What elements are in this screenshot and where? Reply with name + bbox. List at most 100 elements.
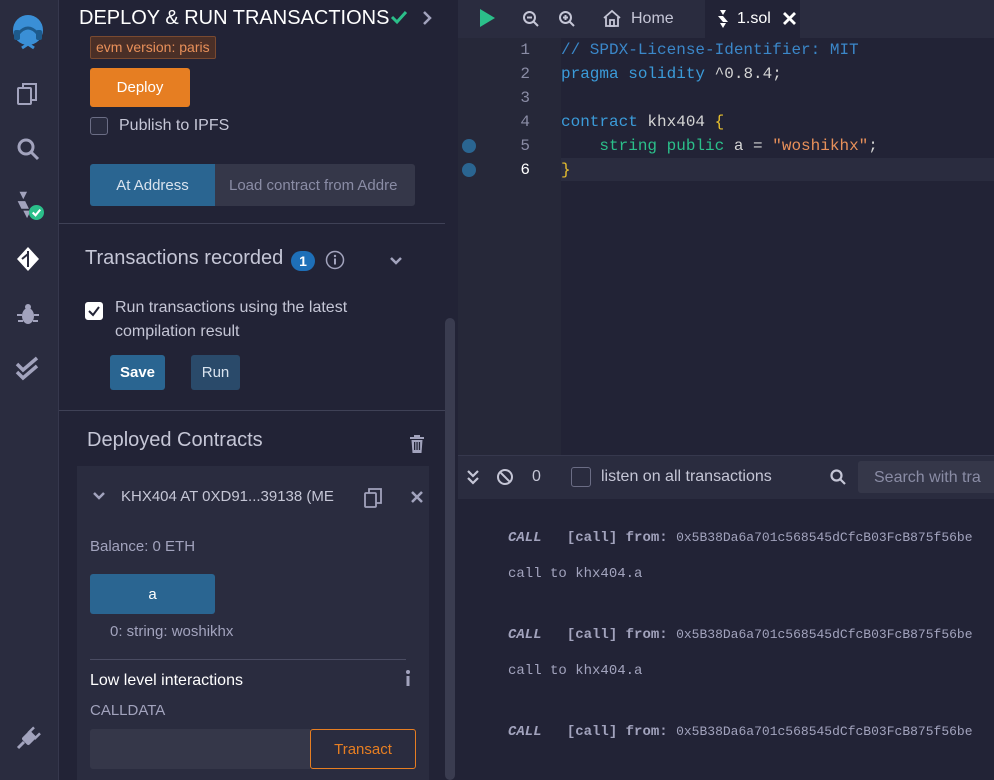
pending-tx-count: 0 [532, 468, 541, 485]
terminal-toolbar: 0 listen on all transactions Search with… [458, 455, 994, 500]
divider [59, 223, 445, 224]
listen-all-label: listen on all transactions [601, 468, 772, 485]
keyword: contract [561, 113, 638, 131]
log-type: CALL [508, 530, 542, 546]
log-from-address: 0x5B38Da6a701c568545dCfcB03FcB875f56be [676, 530, 973, 545]
code-line-1: // SPDX-License-Identifier: MIT [561, 41, 859, 59]
publish-ipfs-checkbox[interactable] [90, 117, 108, 135]
panel-scrollbar[interactable] [445, 318, 455, 780]
deploy-run-panel: DEPLOY & RUN TRANSACTIONS evm version: p… [59, 0, 457, 780]
keyword: public [657, 137, 725, 155]
chevron-down-icon[interactable] [389, 254, 403, 272]
remix-logo-icon[interactable] [4, 8, 52, 56]
line-number: 2 [520, 65, 530, 83]
code-line-4: contract khx404 { [561, 113, 724, 131]
info-icon[interactable] [404, 669, 412, 692]
terminal-search-input[interactable]: Search with tra [858, 461, 994, 493]
divider [90, 659, 406, 660]
transactions-recorded-label: Transactions recorded [85, 247, 284, 269]
tab-1-sol[interactable]: 1.sol [705, 0, 800, 38]
clear-terminal-icon[interactable] [496, 468, 514, 491]
log-type: CALL [508, 627, 542, 643]
terminal-output: CALL [call] from: 0x5B38Da6a701c568545dC… [458, 499, 994, 780]
log-entry-detail: call to khx404.a [508, 663, 643, 679]
contract-instance-title[interactable]: KHX404 AT 0XD91...39138 (ME [121, 488, 335, 505]
deploy-button[interactable]: Deploy [90, 68, 190, 107]
editor-tab-bar: Home 1.sol [458, 0, 994, 38]
calldata-label: CALLDATA [90, 702, 166, 719]
keyword: string [599, 137, 658, 155]
line-marker-icon[interactable] [462, 139, 476, 153]
keyword: pragma solidity [561, 65, 706, 83]
deployed-contract-card: KHX404 AT 0XD91...39138 (ME Balance: 0 E… [77, 466, 429, 780]
close-tab-icon[interactable] [783, 12, 796, 30]
file-explorer-icon[interactable] [12, 78, 44, 110]
log-kind: [call] [566, 530, 618, 546]
run-script-icon[interactable] [478, 8, 496, 33]
solidity-file-icon [717, 10, 729, 33]
run-latest-label: Run transactions using the latest [115, 299, 348, 316]
at-address-button[interactable]: At Address [90, 164, 215, 206]
search-icon [830, 469, 846, 490]
log-entry-detail: call to khx404.a [508, 566, 643, 582]
code-text: a = [724, 137, 773, 155]
tab-1-sol-label: 1.sol [737, 10, 771, 27]
plugin-manager-icon[interactable] [12, 722, 44, 754]
transact-button[interactable]: Transact [310, 729, 416, 769]
deploy-run-icon[interactable] [12, 243, 44, 275]
zoom-in-icon[interactable] [558, 10, 576, 33]
tab-home[interactable]: Home [593, 0, 703, 38]
solidity-compiler-icon[interactable] [12, 188, 44, 220]
balance-label: Balance: 0 ETH [90, 538, 196, 555]
search-icon[interactable] [12, 133, 44, 165]
info-icon[interactable] [325, 250, 345, 275]
run-latest-label-line2: compilation result [115, 323, 240, 340]
transactions-count-badge: 1 [291, 251, 315, 271]
log-type: CALL [508, 724, 542, 740]
collapse-terminal-icon[interactable] [466, 469, 480, 490]
function-a-button[interactable]: a [90, 574, 215, 614]
close-icon[interactable] [411, 490, 423, 508]
code-text: ; [868, 137, 878, 155]
line-number: 3 [520, 89, 530, 107]
listen-all-checkbox[interactable] [571, 467, 591, 487]
log-from-address: 0x5B38Da6a701c568545dCfcB03FcB875f56be [676, 724, 973, 739]
log-from-label: from: [625, 627, 668, 643]
copy-icon[interactable] [364, 488, 382, 513]
log-entry-header[interactable]: CALL [call] from: 0x5B38Da6a701c568545dC… [508, 530, 973, 546]
publish-ipfs-label: Publish to IPFS [119, 117, 230, 134]
code-editor[interactable]: 1 2 3 4 5 6 // SPDX-License-Identifier: … [458, 38, 994, 455]
line-number: 5 [520, 137, 530, 155]
chevron-down-icon[interactable] [92, 489, 106, 507]
log-kind: [call] [566, 724, 618, 740]
panel-title: DEPLOY & RUN TRANSACTIONS [79, 7, 390, 29]
trash-icon[interactable] [409, 435, 425, 458]
line-marker-icon[interactable] [462, 163, 476, 177]
divider [59, 410, 445, 411]
tab-home-label: Home [631, 10, 674, 27]
deployed-contracts-label: Deployed Contracts [87, 429, 263, 451]
load-contract-address-input[interactable]: Load contract from Addre [215, 164, 415, 206]
log-from-label: from: [625, 724, 668, 740]
testing-icon[interactable] [12, 352, 44, 384]
zoom-out-icon[interactable] [522, 10, 540, 33]
save-button[interactable]: Save [110, 355, 165, 390]
debugger-icon[interactable] [12, 298, 44, 330]
line-number: 6 [520, 161, 530, 179]
low-level-interactions-label: Low level interactions [90, 672, 243, 689]
icon-rail [0, 0, 59, 780]
evm-version-badge: evm version: paris [90, 36, 216, 59]
brace: { [714, 113, 725, 131]
code-line-2: pragma solidity ^0.8.4; [561, 65, 782, 83]
code-line-6: } [561, 161, 571, 179]
run-latest-checkbox[interactable] [85, 302, 103, 320]
line-number: 1 [520, 41, 530, 59]
log-entry-header[interactable]: CALL [call] from: 0x5B38Da6a701c568545dC… [508, 627, 973, 643]
log-entry-header[interactable]: CALL [call] from: 0x5B38Da6a701c568545dC… [508, 724, 973, 740]
calldata-input[interactable] [90, 729, 310, 769]
log-from-address: 0x5B38Da6a701c568545dCfcB03FcB875f56be [676, 627, 973, 642]
string-literal: "woshikhx" [772, 137, 869, 155]
chevron-right-icon[interactable] [421, 10, 433, 31]
run-button[interactable]: Run [191, 355, 240, 390]
code-text: khx404 [637, 113, 715, 131]
